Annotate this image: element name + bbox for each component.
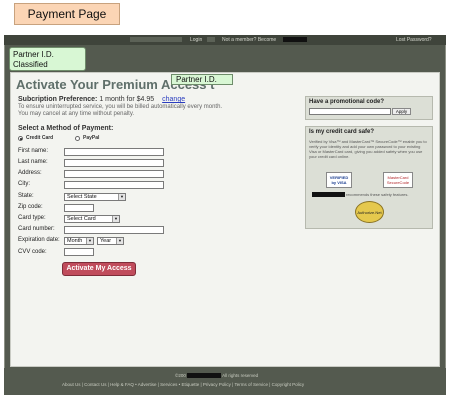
redaction-bar: [187, 373, 222, 379]
copyright-prefix: ©200: [175, 373, 186, 378]
address-input[interactable]: [64, 170, 164, 178]
subscription-label: Subcription Preference:: [18, 96, 98, 103]
recommends-text: recommends these safety features.: [346, 192, 409, 197]
subscription-value: 1 month for $4.95: [99, 96, 155, 103]
safety-text: Verified by Visa™ and MasterCard™ Secure…: [309, 139, 427, 159]
authorize-net-seal: Authorize.Net: [355, 201, 384, 223]
subscription-line: Subcription Preference: 1 month for $4.9…: [18, 96, 185, 103]
city-input[interactable]: [64, 181, 164, 189]
top-bar-divider: [207, 37, 215, 42]
last-name-label: Last name:: [18, 159, 48, 165]
apply-button[interactable]: Apply: [392, 108, 411, 115]
footer-links[interactable]: About Us | Contact Us | Help & FAQ • Adv…: [62, 382, 304, 387]
chevron-down-icon: ▼: [116, 238, 123, 244]
last-name-input[interactable]: [64, 159, 164, 167]
card-type-label: Card type:: [18, 215, 46, 221]
first-name-label: First name:: [18, 148, 49, 154]
state-label: State:: [18, 193, 34, 199]
chevron-down-icon: ▼: [112, 216, 119, 222]
redaction-bar: [283, 37, 307, 42]
first-name-input[interactable]: [64, 148, 164, 156]
card-type-select-value: Select Card: [67, 216, 96, 222]
copyright-text: ©200 All rights reserved: [175, 373, 259, 379]
payment-method-heading: Select a Method of Payment:: [18, 125, 114, 132]
credit-card-radio[interactable]: [18, 136, 23, 141]
page-label: Payment Page: [14, 3, 120, 25]
card-type-select[interactable]: Select Card ▼: [64, 215, 120, 223]
year-select[interactable]: Year ▼: [97, 237, 124, 245]
billing-note: To ensure uninterrupted service, you wil…: [18, 104, 223, 110]
lost-password-link[interactable]: Lost Password?: [396, 37, 432, 43]
cancel-note: You may cancel at any time without penal…: [18, 111, 135, 117]
card-number-label: Card number:: [18, 226, 55, 232]
expiration-label: Expiration date:: [18, 237, 60, 243]
card-number-input[interactable]: [64, 226, 164, 234]
paypal-radio[interactable]: [75, 136, 80, 141]
credit-card-label: Credit Card: [26, 135, 54, 141]
month-select-value: Month: [67, 238, 83, 244]
address-label: Address:: [18, 170, 42, 176]
chevron-down-icon: ▼: [118, 194, 125, 200]
not-member-link[interactable]: Not a member? Become: [222, 37, 276, 43]
visa-verified-logo: VERIFIED by VISA: [326, 172, 352, 188]
change-link[interactable]: change: [162, 96, 185, 103]
promo-code-input[interactable]: [309, 108, 391, 115]
cvv-input[interactable]: [64, 248, 94, 256]
copyright-suffix: All rights reserved: [222, 373, 259, 378]
partner-id-annotation-inline: Partner I.D.: [171, 74, 233, 85]
safety-heading: Is my credit card safe?: [309, 129, 375, 135]
zip-label: Zip code:: [18, 204, 43, 210]
login-link[interactable]: Login: [190, 37, 202, 43]
chevron-down-icon: ▼: [86, 238, 93, 244]
month-select[interactable]: Month ▼: [64, 237, 94, 245]
city-label: City:: [18, 181, 30, 187]
cvv-label: CVV code:: [18, 249, 47, 255]
zip-input[interactable]: [64, 204, 94, 212]
year-select-value: Year: [100, 238, 112, 244]
redaction-bar: [312, 192, 345, 197]
activate-button[interactable]: Activate My Access: [62, 262, 136, 276]
top-bar-field[interactable]: [130, 37, 182, 42]
state-select[interactable]: Select State ▼: [64, 193, 126, 201]
state-select-value: Select State: [67, 194, 97, 200]
paypal-label: PayPal: [83, 135, 100, 141]
partner-id-annotation: Partner I.D. Classified: [9, 47, 86, 71]
mastercard-securecode-logo: MasterCard SecureCode: [383, 172, 413, 188]
promo-heading: Have a promotional code?: [309, 99, 385, 105]
